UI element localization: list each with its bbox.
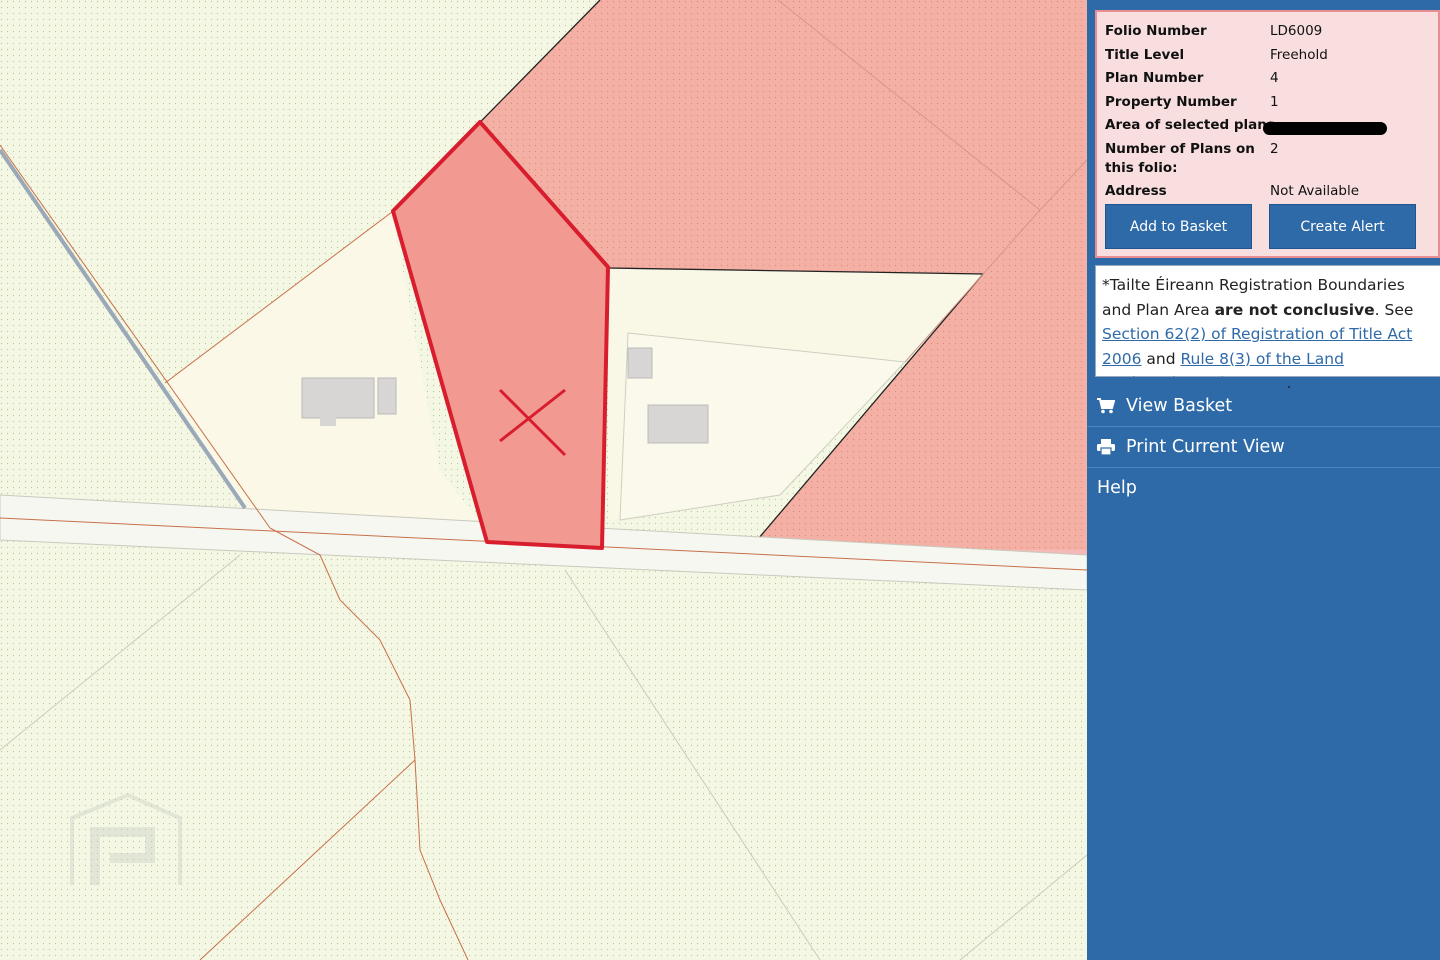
print-icon: [1097, 439, 1115, 455]
menu-print-current-view[interactable]: Print Current View: [1087, 427, 1440, 467]
info-label: Title Level: [1105, 47, 1185, 63]
building: [627, 347, 653, 379]
menu-item-label: Help: [1097, 478, 1137, 498]
info-label: Folio Number: [1105, 23, 1207, 39]
info-value: LD6009: [1270, 23, 1323, 39]
menu-view-basket[interactable]: View Basket: [1087, 386, 1440, 426]
menu-item-label: View Basket: [1126, 396, 1233, 416]
info-label: Plan Number: [1105, 70, 1204, 86]
notice-text: . See: [1374, 300, 1414, 319]
create-alert-button[interactable]: Create Alert: [1269, 204, 1416, 249]
info-label: Area of selected plans: [1105, 117, 1275, 133]
side-panel: Folio Number LD6009 Title Level Freehold…: [1087, 0, 1440, 960]
info-value: 1: [1270, 94, 1279, 110]
building: [377, 377, 397, 415]
info-value: 4: [1270, 70, 1279, 86]
info-label: Address: [1105, 183, 1167, 199]
redaction-mark: [1263, 122, 1387, 135]
cart-icon: [1097, 398, 1115, 414]
menu-item-label: Print Current View: [1126, 437, 1285, 457]
building: [320, 414, 336, 426]
folio-info-card: Folio Number LD6009 Title Level Freehold…: [1095, 10, 1440, 258]
notice-text: and: [1141, 349, 1181, 368]
info-value: Freehold: [1270, 47, 1328, 63]
info-value: Not Available: [1270, 183, 1360, 199]
notice-bold-text: are not conclusive: [1214, 300, 1375, 319]
map-canvas[interactable]: [0, 0, 1087, 960]
boundaries-notice: *Tailte Éireann Registration Boundaries …: [1095, 265, 1440, 392]
info-label: Number of Plans on this folio:: [1105, 141, 1255, 176]
building: [647, 404, 709, 444]
menu-help[interactable]: Help: [1087, 468, 1440, 508]
building: [301, 377, 375, 419]
info-value: 2: [1270, 141, 1279, 157]
add-to-basket-button[interactable]: Add to Basket: [1105, 204, 1252, 249]
map-view[interactable]: [0, 0, 1087, 960]
info-label: Property Number: [1105, 94, 1237, 110]
